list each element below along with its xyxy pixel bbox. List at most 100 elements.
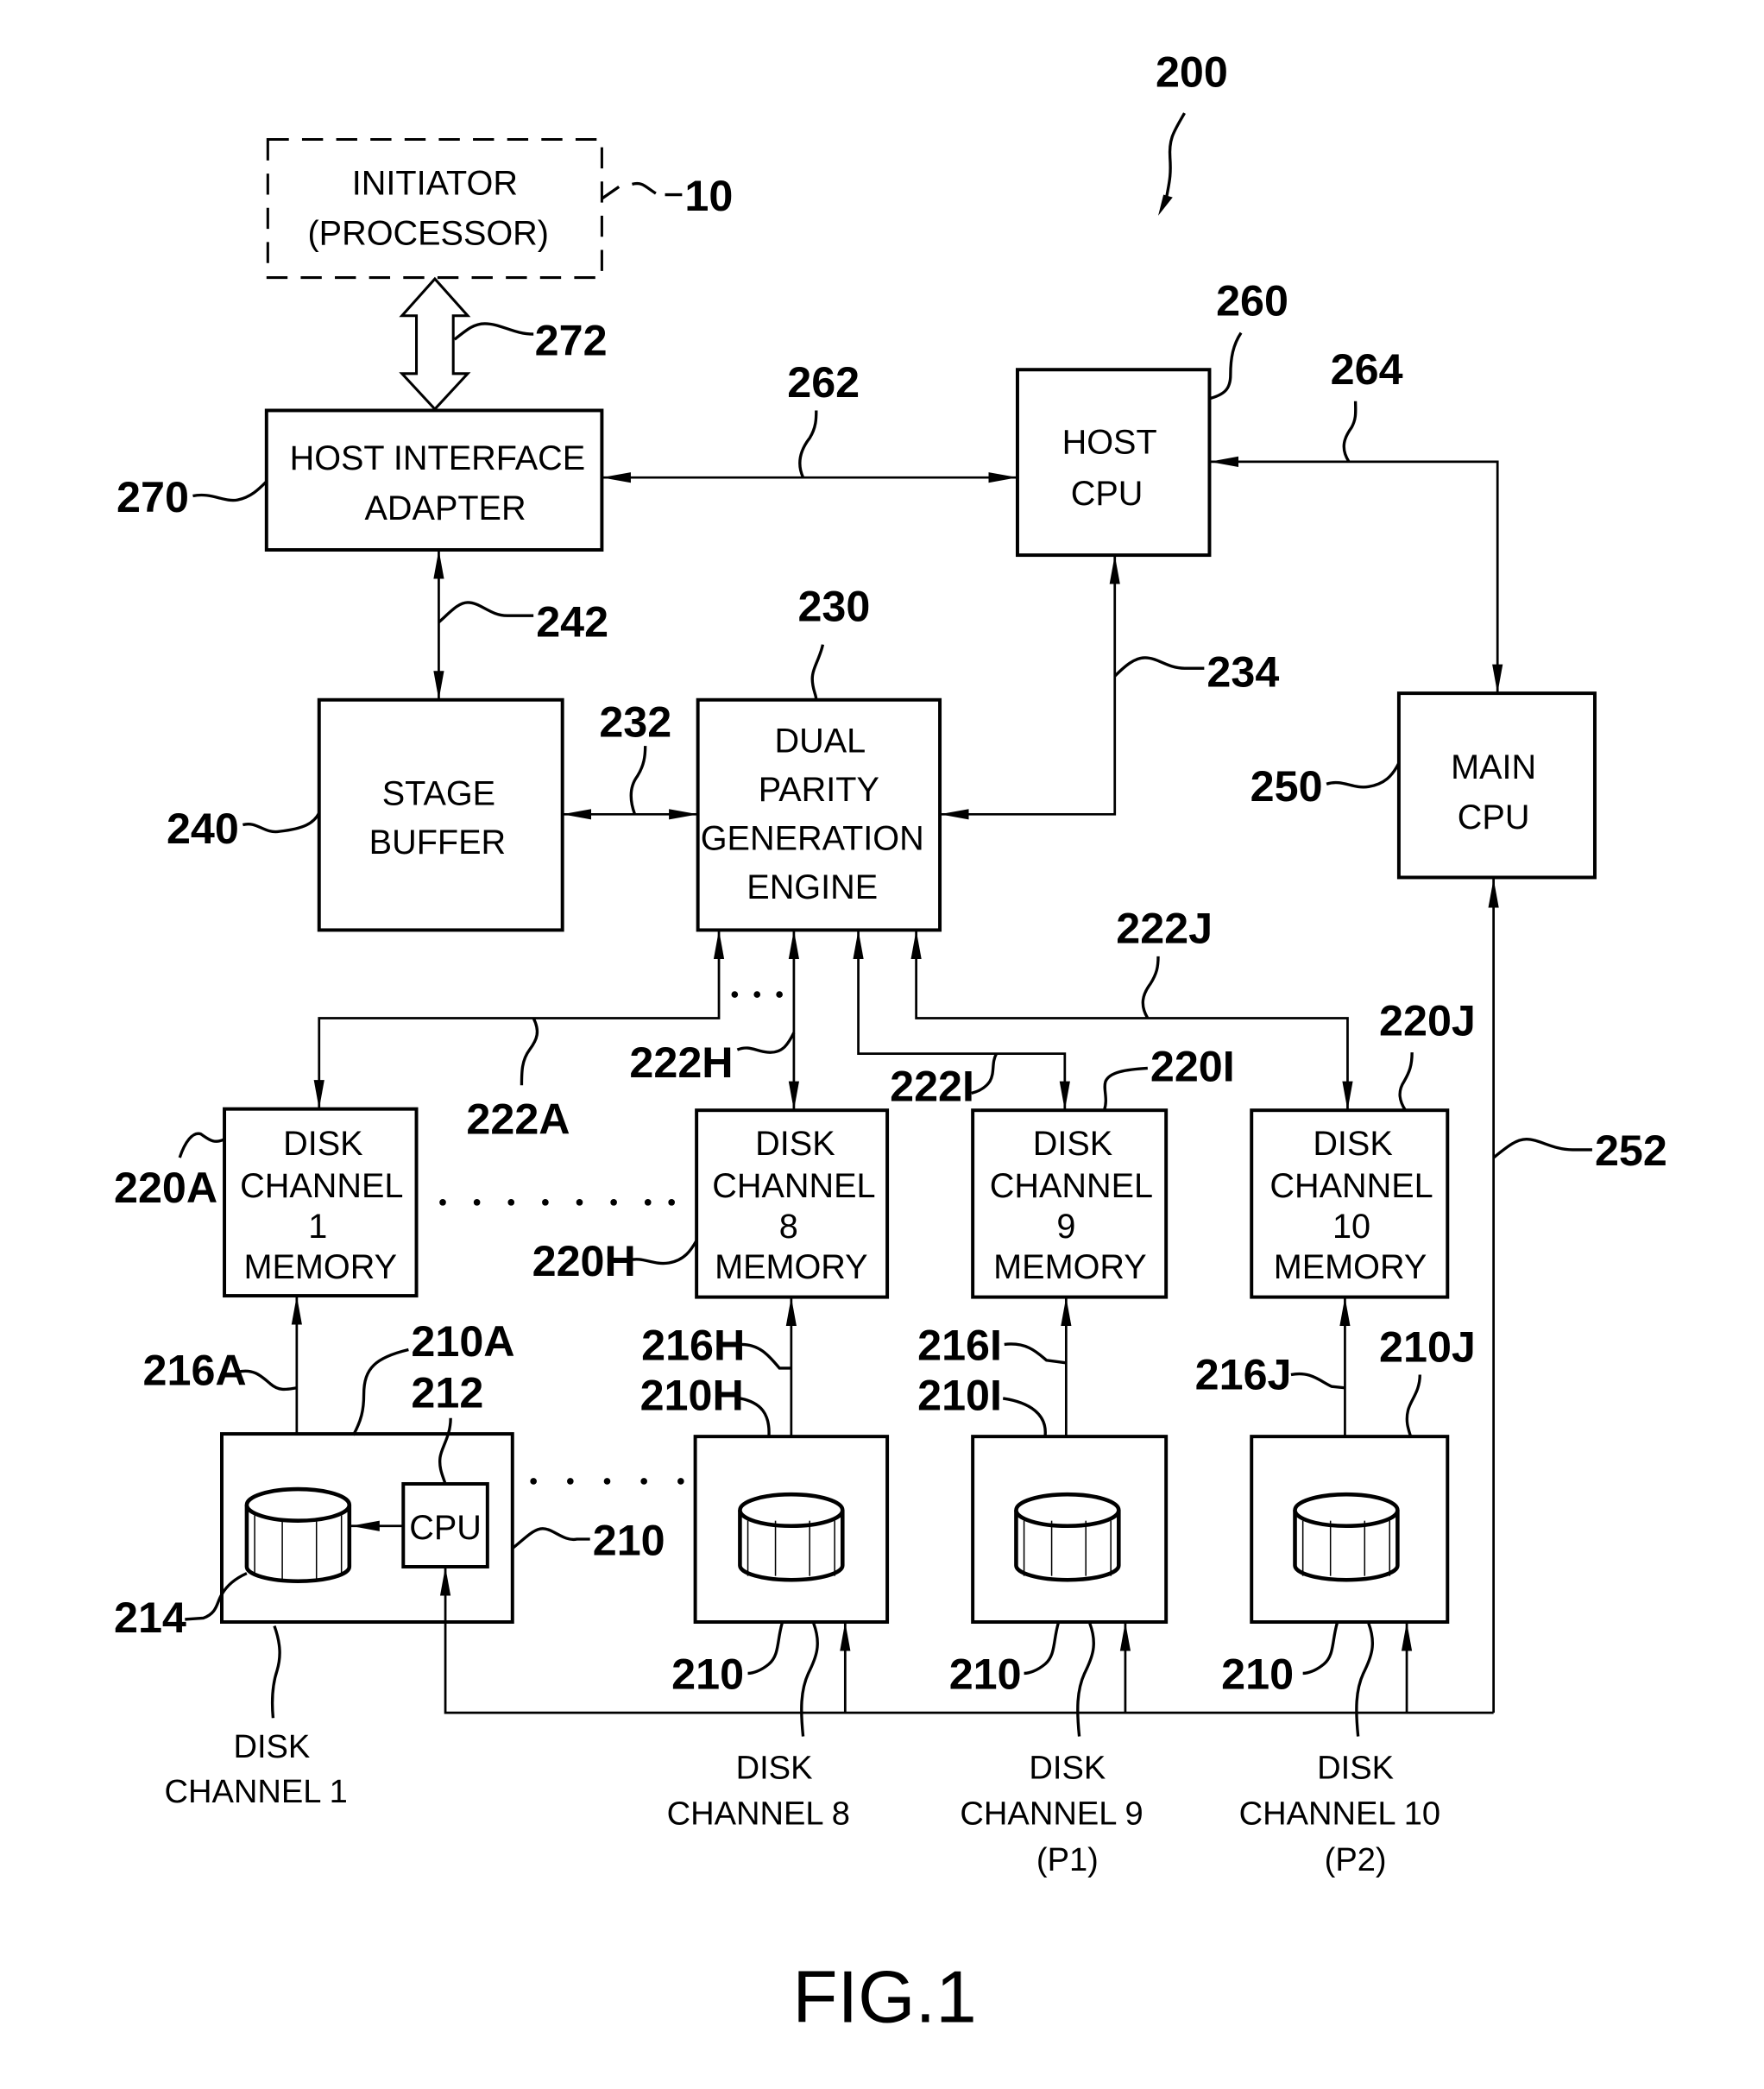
dcm9-line-4: MEMORY [993,1248,1147,1286]
channel-1-line-1: DISK [233,1729,310,1765]
ref-250-leader [1326,762,1401,789]
bus-262: 262 [602,357,1017,483]
ellipsis-dot [731,991,739,998]
ref-272-label: 272 [535,315,608,364]
ref-216H-label: 216H [641,1321,745,1370]
initiator-line-1: INITIATOR [352,165,518,203]
dcm1-block[interactable]: DISK CHANNEL 1 MEMORY [223,1107,419,1298]
disk-channel-10-unit[interactable] [1250,1435,1450,1624]
disk-channel-1-unit[interactable]: CPU [220,1432,514,1624]
disk-drum-icon [244,1486,352,1584]
stage-buffer-block[interactable]: STAGE BUFFER [317,697,564,932]
host-interface-adapter-box[interactable] [264,408,604,552]
stage-buffer-box[interactable] [317,697,564,932]
dcm1-line-2: CHANNEL [240,1167,403,1205]
ref-260-label: 260 [1216,276,1288,325]
system-ref-label: 200 [1156,47,1228,97]
ref-216I-leader [1004,1342,1067,1365]
ref-210-leader [747,1623,784,1676]
ellipsis-dot [507,1199,515,1206]
host-cpu-line-2: CPU [1071,475,1143,513]
bus-234-line [940,555,1120,820]
ref-222I-leader [971,1052,999,1095]
ellipsis-dot [439,1199,446,1206]
channel-leader [1076,1622,1095,1737]
stage-buffer-line-2: BUFFER [369,824,506,861]
channel-line-3: (P1) [1036,1842,1099,1878]
disk-channel-8-unit[interactable] [693,1435,890,1624]
dcm8-line-3: 8 [779,1208,798,1246]
double-arrow-icon [399,276,471,412]
dual-parity-engine-block[interactable]: DUAL PARITY GENERATION ENGINE [696,697,942,932]
channel-line-1: DISK [1317,1750,1394,1786]
ref-252-label: 252 [1595,1126,1667,1175]
ellipsis-mid [439,1199,675,1206]
disk-units: 210 DISK CHANNEL 8 210 DISK CHANNEL 9 (P1) 210 D… [667,1435,1450,1878]
initiator-box[interactable] [266,138,603,280]
ellipsis-dot [776,991,783,998]
ref-210I-leader [1002,1397,1047,1437]
ref-10-label: 10 [684,171,733,220]
ref-210-leader [511,1527,590,1549]
ellipsis-dot [677,1478,684,1485]
ref-210-ch1: 210 [511,1515,665,1564]
ellipsis-bottom [530,1478,684,1485]
ref-264-leader [1342,401,1358,463]
ref-210: 210 [1221,1623,1339,1699]
ref-222H-leader [736,1032,796,1054]
host-cpu-box[interactable] [1015,368,1212,558]
ref-222A-label: 222A [466,1095,570,1144]
dcm8-block[interactable]: DISK CHANNEL 8 MEMORY [695,1108,890,1299]
ref-250-label: 250 [1251,761,1323,811]
disk-drum-icon [738,1492,845,1582]
ref-216H-leader [740,1342,791,1370]
ref-230-leader [810,644,825,700]
disk-drum-icon [1293,1492,1400,1582]
ref-216I-label: 216I [917,1321,1002,1370]
ref-222A-leader [520,1017,539,1086]
ref-220A-label: 220A [114,1163,217,1212]
ref-234-leader [1113,656,1205,678]
bus-232: 232 [562,697,698,820]
system-ref-arrow-icon [1158,194,1173,216]
channel-line-2: CHANNEL 8 [667,1796,850,1833]
ref-220J-leader [1398,1052,1414,1112]
bus-272: 272 [399,276,608,412]
host-interface-adapter-block[interactable]: HOST INTERFACE ADAPTER [264,408,604,552]
ref-212-label: 212 [411,1368,483,1417]
channel-leader [1355,1622,1375,1737]
ref-210H-leader [740,1397,771,1437]
ref-230-label: 230 [797,581,870,630]
dcm9-line-1: DISK [1033,1125,1112,1163]
ref-260: 260 [1209,276,1288,401]
disk-channel-9-unit[interactable] [971,1435,1169,1624]
ref-214-label: 214 [114,1593,186,1642]
ref-10: 10 [601,171,733,220]
bus-222I: 222I [853,930,1070,1111]
dcm10-block[interactable]: DISK CHANNEL 10 MEMORY [1250,1108,1450,1299]
dcm1-line-4: MEMORY [244,1248,398,1286]
main-cpu-block[interactable]: MAIN CPU [1396,691,1597,880]
ref-210H-label: 210H [640,1371,744,1420]
hia-line-1: HOST INTERFACE [290,439,586,477]
dpge-line-4: ENGINE [747,868,878,906]
ref-222J-label: 222J [1116,904,1213,953]
ref-222H-label: 222H [629,1038,733,1087]
ref-250: 250 [1251,761,1401,811]
dpge-line-1: DUAL [775,723,866,760]
system-ref-leader [1164,112,1186,200]
ref-210J-label: 210J [1379,1322,1476,1371]
dcm10-line-1: DISK [1313,1125,1392,1163]
ref-252-leader [1492,1138,1592,1159]
ref-242-leader [438,601,534,624]
ref-234-label: 234 [1206,647,1279,696]
ellipsis-top [731,991,783,998]
host-cpu-block[interactable]: HOST CPU [1015,368,1212,558]
ref-210-label: 210 [593,1515,665,1564]
ref-210-leader [1302,1623,1339,1676]
initiator-block[interactable]: INITIATOR (PROCESSOR) [266,138,603,280]
ellipsis-dot [530,1478,537,1485]
dcm9-block[interactable]: DISK CHANNEL 9 MEMORY [971,1108,1169,1299]
ref-220H: 220H [532,1236,698,1285]
ellipsis-dot [640,1478,647,1485]
